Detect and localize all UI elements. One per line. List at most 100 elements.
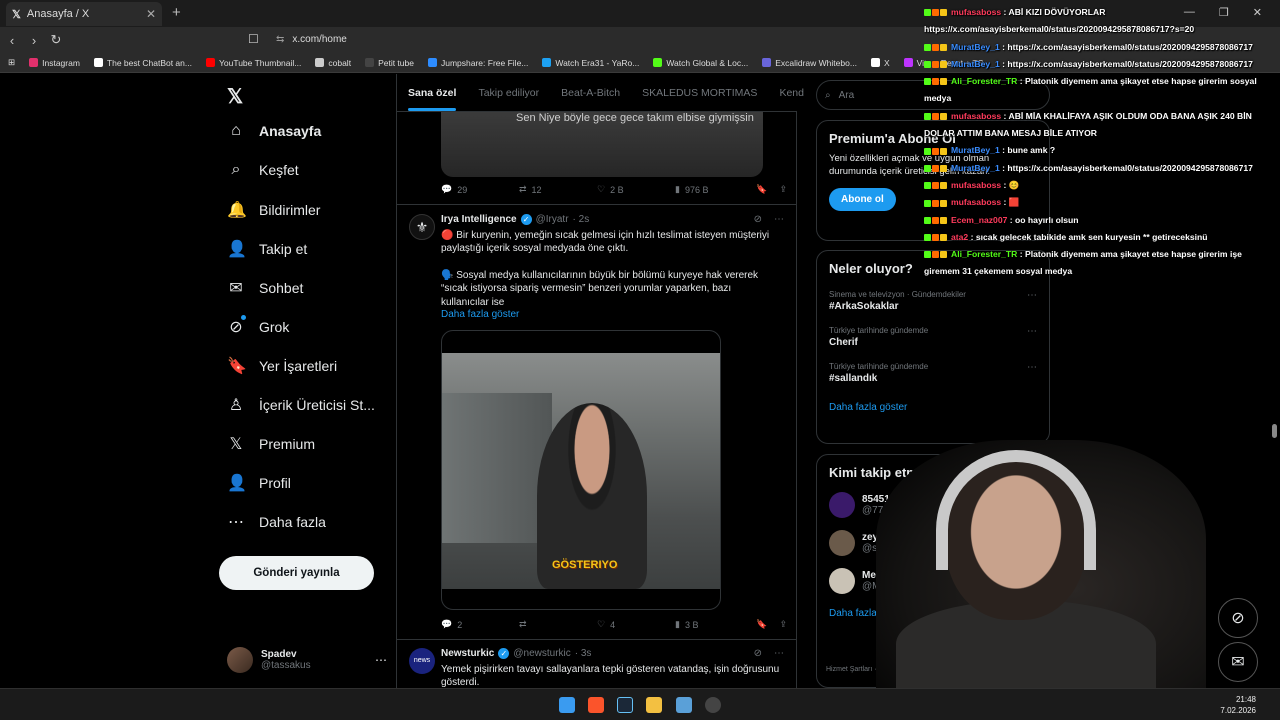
timeline-tab[interactable]: Kend bbox=[768, 74, 815, 111]
messages-fab-button[interactable]: ✉ bbox=[1218, 642, 1258, 682]
nav-item-yer-i-şaretleri[interactable]: 🔖 Yer İşaretleri bbox=[227, 356, 337, 376]
bookmark-item[interactable]: Excalidraw Whitebo... bbox=[762, 58, 857, 68]
system-clock[interactable]: 21:48 7.02.2026 bbox=[1220, 694, 1256, 716]
apps-icon[interactable]: ⊞ bbox=[8, 57, 15, 68]
author-name[interactable]: Irya Intelligence bbox=[441, 214, 517, 225]
bookmark-page-icon[interactable]: ☐ bbox=[248, 32, 259, 46]
repost-button[interactable]: ⇄ 12 bbox=[519, 184, 597, 195]
nav-item-profil[interactable]: 👤 Profil bbox=[227, 473, 291, 493]
timeline-tab[interactable]: Takip ediliyor bbox=[467, 74, 550, 111]
timeline-tab[interactable]: SKALEDUS MORTIMAS bbox=[631, 74, 768, 111]
grok-icon[interactable]: ⊘ bbox=[754, 214, 762, 225]
reply-button[interactable]: 💬 29 bbox=[441, 184, 519, 195]
chat-username[interactable]: mufasaboss bbox=[951, 7, 1001, 17]
folder-icon[interactable] bbox=[646, 697, 662, 713]
app-icon[interactable] bbox=[676, 697, 692, 713]
bookmark-item[interactable]: Watch Global & Loc... bbox=[653, 58, 748, 68]
grok-icon[interactable]: ⊘ bbox=[754, 648, 762, 659]
nav-item-grok[interactable]: ⊘ Grok bbox=[227, 315, 289, 337]
settings-icon[interactable] bbox=[705, 697, 721, 713]
chat-username[interactable]: Ali_Forester_TR bbox=[951, 249, 1017, 259]
bookmark-item[interactable]: Petit tube bbox=[365, 58, 414, 68]
chat-username[interactable]: Ali_Forester_TR bbox=[951, 76, 1017, 86]
nav-item-anasayfa[interactable]: ⌂ Anasayfa bbox=[227, 122, 321, 140]
account-switcher[interactable]: Spadev @tassakus ⋯ bbox=[227, 640, 387, 680]
bookmark-item[interactable]: cobalt bbox=[315, 58, 351, 68]
more-icon[interactable]: ⋯ bbox=[1027, 326, 1037, 337]
search-icon: ⌕ bbox=[825, 89, 831, 101]
avatar[interactable]: ⚜ bbox=[409, 214, 435, 240]
nav-item-bildirimler[interactable]: 🔔 Bildirimler bbox=[227, 200, 320, 220]
repost-button[interactable]: ⇄ bbox=[519, 619, 597, 630]
tweet-time[interactable]: · 2s bbox=[573, 214, 590, 225]
post-button[interactable]: Gönderi yayınla bbox=[219, 556, 374, 590]
like-button[interactable]: ♡ 4 bbox=[597, 619, 675, 630]
nav-item-takip-et[interactable]: 👤 Takip et bbox=[227, 239, 307, 259]
views-button[interactable]: ▮ 976 B bbox=[675, 184, 745, 195]
more-icon[interactable]: ⋯ bbox=[375, 653, 387, 667]
chat-username[interactable]: mufasaboss bbox=[951, 197, 1001, 207]
chat-badge-icon bbox=[924, 78, 931, 86]
bookmark-item[interactable]: X bbox=[870, 58, 890, 68]
nav-item-keşfet[interactable]: ⌕ Keşfet bbox=[227, 161, 299, 179]
avatar[interactable]: news bbox=[409, 648, 435, 674]
bookmark-item[interactable]: Watch Era31 - YaRo... bbox=[542, 58, 639, 68]
show-more-link[interactable]: Daha fazla göster bbox=[441, 309, 519, 320]
more-icon[interactable]: ⋯ bbox=[1027, 362, 1037, 373]
nav-item-i-çerik-üreticisi-st[interactable]: ♙ İçerik Üreticisi St... bbox=[227, 395, 375, 415]
nav-item-daha-fazla[interactable]: ⋯ Daha fazla bbox=[227, 512, 326, 532]
views-button[interactable]: ▮ 3 B bbox=[675, 619, 745, 630]
nav-item-sohbet[interactable]: ✉ Sohbet bbox=[227, 278, 303, 298]
reply-button[interactable]: 💬 2 bbox=[441, 619, 519, 630]
chat-username[interactable]: MuratBey_1 bbox=[951, 59, 1000, 69]
subscribe-button[interactable]: Abone ol bbox=[829, 188, 896, 211]
timeline-tab[interactable]: Beat-A-Bitch bbox=[550, 74, 631, 111]
author-name[interactable]: Newsturkic bbox=[441, 648, 494, 659]
reload-icon[interactable]: ↻ bbox=[46, 32, 66, 48]
author-handle[interactable]: @Iryatr bbox=[536, 214, 569, 225]
chat-username[interactable]: ata2 bbox=[951, 232, 968, 242]
more-icon[interactable]: ⋯ bbox=[774, 648, 784, 659]
back-icon[interactable]: ‹ bbox=[2, 33, 22, 48]
chat-username[interactable]: mufasaboss bbox=[951, 111, 1001, 121]
grok-fab-button[interactable]: ⊘ bbox=[1218, 598, 1258, 638]
chat-username[interactable]: Ecem_naz007 bbox=[951, 215, 1007, 225]
trend-item[interactable]: Türkiye tarihinde gündemde #sallandık ⋯ bbox=[829, 362, 1037, 384]
tweet-video[interactable]: GÖSTERIYO bbox=[441, 330, 721, 610]
chat-username[interactable]: MuratBey_1 bbox=[951, 163, 1000, 173]
chat-username[interactable]: mufasaboss bbox=[951, 180, 1001, 190]
chat-badge-icon bbox=[924, 113, 931, 121]
bookmark-item[interactable]: Instagram bbox=[29, 58, 80, 68]
nav-item-premium[interactable]: 𝕏 Premium bbox=[227, 434, 315, 454]
tweet-media[interactable]: Sen Niye böyle gece gece takım elbise gi… bbox=[441, 112, 763, 177]
x-logo-icon[interactable]: 𝕏 bbox=[227, 84, 243, 109]
trend-item[interactable]: Sinema ve televizyon · Gündemdekiler #Ark… bbox=[829, 290, 1037, 312]
site-info-icon[interactable]: ⇆ bbox=[276, 34, 284, 45]
like-button[interactable]: ♡ 2 B bbox=[597, 184, 675, 195]
brave-icon[interactable] bbox=[588, 697, 604, 713]
timeline-tab[interactable]: Sana özel bbox=[397, 74, 467, 111]
browser-tab[interactable]: 𝕏 Anasayfa / X ✕ bbox=[6, 2, 162, 26]
bookmark-item[interactable]: The best ChatBot an... bbox=[93, 58, 192, 68]
url-field[interactable]: ⇆ x.com/home bbox=[270, 31, 910, 49]
bookmark-icon[interactable]: 🔖 bbox=[756, 184, 767, 195]
start-icon[interactable] bbox=[559, 697, 575, 713]
chat-username[interactable]: MuratBey_1 bbox=[951, 42, 1000, 52]
more-icon[interactable]: ⋯ bbox=[774, 214, 784, 225]
trend-item[interactable]: Türkiye tarihinde gündemde Cherif ⋯ bbox=[829, 326, 1037, 348]
tab-close-button[interactable]: ✕ bbox=[146, 7, 156, 21]
scrollbar-thumb[interactable] bbox=[1272, 424, 1277, 438]
steam-icon[interactable] bbox=[617, 697, 633, 713]
tweet-time[interactable]: · 3s bbox=[575, 648, 592, 659]
bookmark-item[interactable]: Jumpshare: Free File... bbox=[427, 58, 528, 68]
bookmark-icon[interactable]: 🔖 bbox=[756, 619, 767, 630]
bookmark-item[interactable]: YouTube Thumbnail... bbox=[205, 58, 301, 68]
forward-icon[interactable]: › bbox=[24, 33, 44, 48]
author-handle[interactable]: @newsturkic bbox=[513, 648, 570, 659]
trends-show-more[interactable]: Daha fazla göster bbox=[829, 402, 1037, 413]
new-tab-button[interactable]: + bbox=[172, 4, 181, 21]
chat-username[interactable]: MuratBey_1 bbox=[951, 145, 1000, 155]
more-icon[interactable]: ⋯ bbox=[1027, 290, 1037, 301]
share-icon[interactable]: ⇪ bbox=[779, 184, 787, 195]
share-icon[interactable]: ⇪ bbox=[779, 619, 787, 630]
